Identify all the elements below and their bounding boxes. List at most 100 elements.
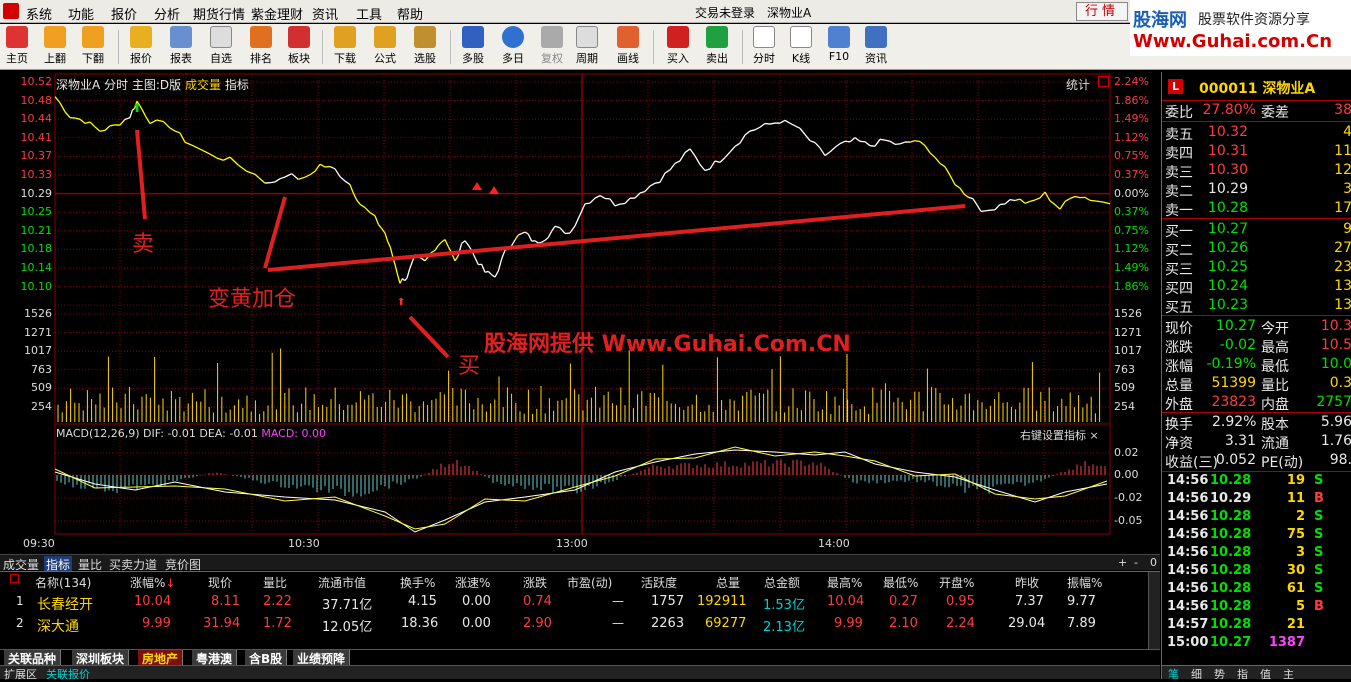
table-scrollbar[interactable] [1148,572,1160,650]
menu-analysis[interactable]: 分析 [154,4,180,23]
sell-level-row[interactable]: 卖一10.2817 [1162,199,1351,218]
quote-button[interactable]: 行情 [1076,2,1128,21]
col-volume-ratio[interactable]: 量比 [263,574,287,591]
col-turnover[interactable]: 换手% [400,574,435,591]
statistics-label[interactable]: 统计 [1066,76,1090,93]
sector-tab-gba[interactable]: 粤港澳 [192,650,237,665]
quote-panel-tab[interactable]: 主 [1283,666,1294,679]
zoom-in-button[interactable]: + [1118,556,1127,569]
price-line-segment [1005,200,1010,204]
intraday-button[interactable]: 分时 [747,26,781,68]
sell-level-row[interactable]: 卖四10.3111 [1162,142,1351,161]
adjust-button[interactable]: 复权 [535,26,569,68]
news-button[interactable]: 资讯 [859,26,893,68]
table-row[interactable]: 2 深大通 9.99 31.94 1.72 12.05亿 18.36 0.00 … [0,616,1160,636]
col-low[interactable]: 最低% [883,574,918,591]
quote-panel-tab[interactable]: 值 [1260,666,1271,679]
multi-day-button[interactable]: 多日 [496,26,530,68]
report-icon [170,26,192,48]
buy-level-row[interactable]: 买四10.2413 [1162,277,1351,296]
col-speed[interactable]: 涨速% [455,574,490,591]
menu-futures[interactable]: 期货行情 [193,4,245,23]
menu-help[interactable]: 帮助 [397,4,423,23]
chart-indicator-label[interactable]: 指标 [225,78,249,92]
buy-button[interactable]: 买入 [661,26,695,68]
menu-finance[interactable]: 紫金理财 [251,4,303,23]
price-line-segment [695,156,700,165]
col-name[interactable]: 名称(134) [35,574,91,591]
adjust-icon [541,26,563,48]
kline-button[interactable]: K线 [784,26,818,68]
sector-button[interactable]: 板块 [282,26,316,68]
report-button[interactable]: 报表 [164,26,198,68]
col-high[interactable]: 最高% [827,574,862,591]
chart-volume-label[interactable]: 成交量 [185,78,221,92]
col-amplitude[interactable]: 振幅% [1067,574,1102,591]
menu-news[interactable]: 资讯 [312,4,338,23]
menu-system[interactable]: 系统 [26,4,52,23]
price-line-segment [795,126,800,128]
stock-picker-button[interactable]: 选股 [408,26,442,68]
col-activity[interactable]: 活跃度 [641,574,677,591]
download-button[interactable]: 下载 [328,26,362,68]
sell-level-row[interactable]: 卖三10.3012 [1162,161,1351,180]
price-line-segment [950,175,955,184]
home-button[interactable]: 主页 [0,26,34,68]
sector-tab-related[interactable]: 关联品种 [4,650,61,665]
menu-quote[interactable]: 报价 [111,4,137,23]
sector-tab-shenzhen[interactable]: 深圳板块 [72,650,129,665]
col-price[interactable]: 现价 [208,574,232,591]
sector-tab-real-estate[interactable]: 房地产 [138,650,183,665]
ranking-button[interactable]: 排名 [244,26,278,68]
price-line-segment [820,148,825,156]
sector-tab-earnings-drop[interactable]: 业绩预降 [293,650,350,665]
status-extension-area[interactable]: 扩展区 [4,666,37,682]
table-row[interactable]: 1 长春经开 10.04 8.11 2.22 37.71亿 4.15 0.00 … [0,594,1160,614]
sell-button[interactable]: 卖出 [700,26,734,68]
col-prev-close[interactable]: 昨收 [1015,574,1039,591]
row-speed: 0.00 [462,616,491,631]
col-change[interactable]: 涨跌 [523,574,547,591]
formula-button[interactable]: 公式 [368,26,402,68]
draw-line-button[interactable]: 画线 [611,26,645,68]
col-volume[interactable]: 总量 [716,574,740,591]
col-change-pct[interactable]: 涨幅%↓ [130,574,175,591]
menu-tools[interactable]: 工具 [356,4,382,23]
intraday-chart-area[interactable]: ⬆⬆ 深物业A 分时 主图:D版 成交量 指标 统计 MACD(12,26,9)… [0,72,1160,554]
page-up-button[interactable]: 上翻 [38,26,72,68]
macd-settings-hint[interactable]: 右键设置指标 × [1020,427,1099,443]
buy-level-row[interactable]: 买三10.2523 [1162,258,1351,277]
col-open[interactable]: 开盘% [939,574,974,591]
page-down-button[interactable]: 下翻 [76,26,110,68]
buy-level-row[interactable]: 买五10.2313 [1162,296,1351,315]
sector-tab-b-share[interactable]: 含B股 [245,650,287,665]
col-market-cap[interactable]: 流通市值 [318,574,366,591]
status-related-quote[interactable]: 关联报价 [46,666,90,682]
buy-level-row[interactable]: 买二10.2627 [1162,239,1351,258]
chart-mode[interactable]: 分时 [104,78,128,92]
row-amplitude: 9.77 [1067,594,1096,609]
statistics-box-icon[interactable] [1098,76,1109,87]
f10-button[interactable]: F10 [822,26,856,68]
sell-level-row[interactable]: 卖五10.324 [1162,123,1351,142]
multi-stock-button[interactable]: 多股 [456,26,490,68]
indicator-tabs: 成交量 指标 量比 买卖力道 竞价图 + - 0 [0,554,1160,570]
buy-level-row[interactable]: 买一10.279 [1162,220,1351,239]
window-stock-name: 深物业A [767,4,811,21]
col-amount[interactable]: 总金额 [764,574,800,591]
quote-panel-tab[interactable]: 细 [1191,666,1202,679]
table-menu-icon[interactable] [10,574,19,583]
quote-panel-tab[interactable]: 势 [1214,666,1225,679]
zoom-out-button[interactable]: - [1134,556,1138,569]
sell-level-row[interactable]: 卖二10.293 [1162,180,1351,199]
quote-panel-tab[interactable]: 笔 [1168,666,1179,679]
zoom-reset-button[interactable]: 0 [1150,556,1157,569]
period-button[interactable]: 周期 [570,26,604,68]
watchlist-button[interactable]: 自选 [204,26,238,68]
quote-list-button[interactable]: 报价 [124,26,158,68]
fundamental-stat-row: 收益(三)0.052PE(动)98. [1162,451,1351,470]
col-pe[interactable]: 市盈(动) [567,574,612,591]
chart-main-type[interactable]: 主图:D版 [132,78,181,92]
quote-panel-tab[interactable]: 指 [1237,666,1248,679]
menu-function[interactable]: 功能 [68,4,94,23]
